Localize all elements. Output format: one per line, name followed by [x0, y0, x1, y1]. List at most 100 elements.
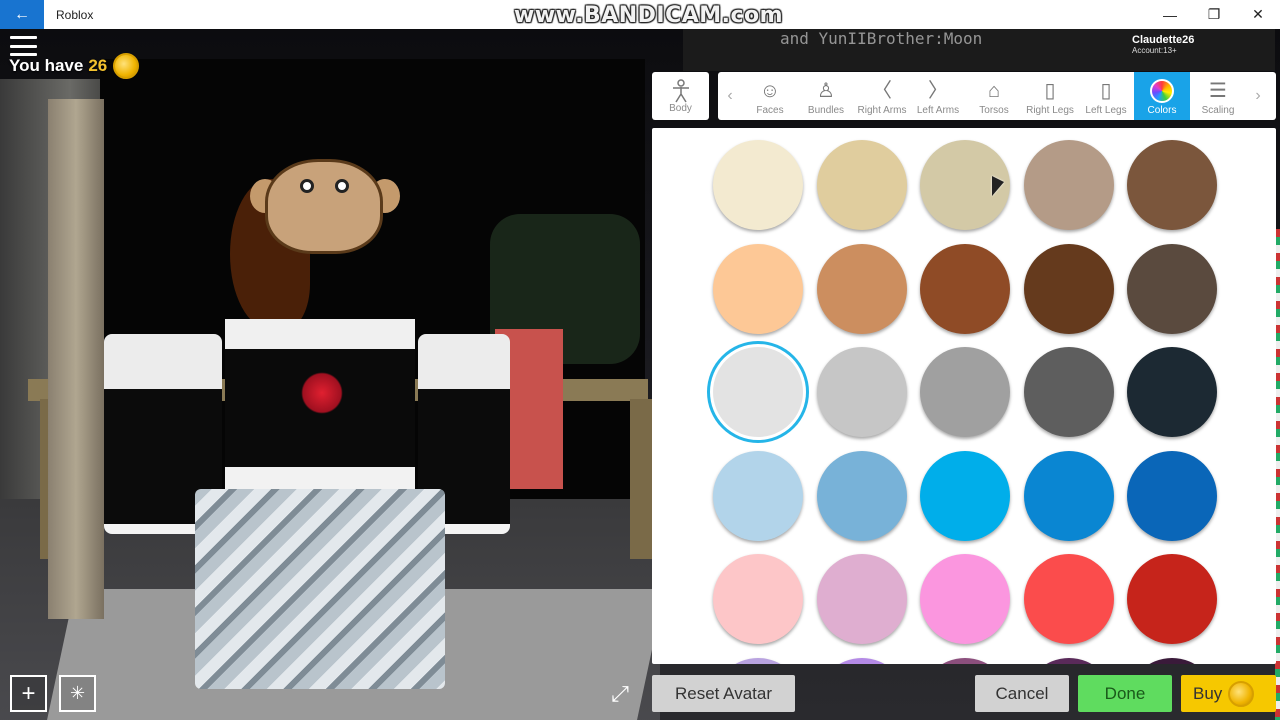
category-label: Right Legs: [1026, 105, 1074, 116]
scene-table-leg: [630, 399, 652, 559]
tab-body[interactable]: Body: [652, 72, 709, 120]
chevron-left-icon: ‹: [727, 87, 733, 104]
category-label: Torsos: [979, 105, 1009, 116]
body-icon: [672, 78, 689, 102]
color-grid: [652, 128, 1276, 664]
recording-watermark: www.BANDICAM.com: [514, 3, 784, 28]
reset-avatar-button[interactable]: Reset Avatar: [652, 675, 795, 712]
category-label: Right Arms: [857, 105, 907, 116]
robux-coin-icon: [1228, 680, 1255, 707]
color-swatch[interactable]: [1127, 243, 1217, 334]
tab-scaling[interactable]: ☰ Scaling: [1190, 72, 1246, 120]
user-info: Claudette26 Account:13+: [1132, 34, 1194, 55]
right-arm-icon: 〈: [872, 80, 892, 102]
minimize-icon: —: [1163, 6, 1177, 23]
expand-icon: ⤢: [611, 681, 629, 706]
color-swatch[interactable]: [713, 554, 803, 644]
color-swatch[interactable]: [1127, 140, 1217, 230]
sliders-icon: ☰: [1209, 80, 1227, 102]
bundle-icon: ♙: [817, 80, 835, 102]
close-button[interactable]: ✕: [1236, 0, 1280, 29]
buy-button[interactable]: Buy: [1181, 675, 1276, 712]
category-label: Faces: [756, 105, 784, 116]
avatar-waistband: [225, 467, 415, 489]
left-arm-icon: 〉: [928, 80, 948, 102]
color-swatch[interactable]: [816, 450, 907, 541]
avatar-model[interactable]: [100, 159, 520, 689]
color-swatch[interactable]: [1023, 450, 1114, 541]
tab-body-label: Body: [669, 102, 692, 114]
back-button[interactable]: ←: [0, 0, 44, 29]
fullscreen-button[interactable]: ⤢: [606, 680, 634, 708]
tab-torsos[interactable]: ⌂ Torsos: [966, 72, 1022, 120]
category-label: Left Arms: [916, 105, 960, 116]
username: Claudette26: [1132, 34, 1195, 46]
balance-amount: 26: [88, 56, 108, 75]
color-swatch[interactable]: [816, 657, 907, 664]
tab-colors[interactable]: Colors: [1134, 72, 1190, 120]
emote-button[interactable]: ✳: [59, 675, 96, 712]
color-swatch[interactable]: [816, 243, 907, 334]
color-swatch[interactable]: [1023, 554, 1114, 644]
color-swatch[interactable]: [1023, 140, 1114, 230]
face-icon: ☺: [759, 80, 781, 102]
tab-right-legs[interactable]: ▯ Right Legs: [1022, 72, 1078, 120]
tab-left-arms[interactable]: 〉 Left Arms: [910, 72, 966, 120]
color-swatch[interactable]: [816, 347, 907, 437]
minimize-button[interactable]: —: [1148, 0, 1192, 29]
plus-icon: +: [21, 679, 36, 707]
add-button[interactable]: +: [10, 675, 47, 712]
window-titlebar: ← Roblox www.BANDICAM.com — ❐ ✕: [0, 0, 1280, 29]
shirt-rose-graphic: [297, 369, 347, 417]
color-swatch[interactable]: [713, 347, 803, 437]
avatar-head: [265, 159, 383, 254]
window-controls: — ❐ ✕: [1148, 0, 1280, 29]
color-swatch[interactable]: [1127, 347, 1217, 437]
close-icon: ✕: [1252, 6, 1264, 22]
scroll-left-button[interactable]: ‹: [718, 72, 742, 120]
color-swatch[interactable]: [1127, 554, 1217, 644]
color-swatch[interactable]: [816, 554, 907, 644]
right-leg-icon: ▯: [1044, 80, 1056, 102]
robux-coin-icon: [113, 53, 140, 79]
color-swatch[interactable]: [816, 140, 907, 230]
category-label: Bundles: [807, 105, 845, 116]
done-button[interactable]: Done: [1078, 675, 1172, 712]
color-swatch[interactable]: [1023, 243, 1114, 334]
color-swatch[interactable]: [920, 450, 1010, 541]
sparkle-icon: ✳: [69, 683, 86, 703]
color-swatch[interactable]: [713, 140, 803, 230]
torso-icon: ⌂: [987, 80, 1001, 102]
avatar-eye: [300, 179, 314, 193]
tab-faces[interactable]: ☺ Faces: [742, 72, 798, 120]
cancel-button[interactable]: Cancel: [975, 675, 1069, 712]
color-swatch[interactable]: [920, 347, 1010, 437]
color-swatch[interactable]: [1023, 347, 1114, 437]
color-swatch[interactable]: [920, 657, 1010, 664]
account-type: Account:13+: [1132, 46, 1177, 55]
color-swatch[interactable]: [1127, 450, 1217, 541]
category-label: Colors: [1147, 105, 1177, 116]
color-swatch[interactable]: [713, 450, 803, 541]
chevron-right-icon: ›: [1255, 87, 1261, 104]
avatar-eye: [335, 179, 349, 193]
restore-icon: ❐: [1207, 6, 1221, 22]
color-swatch[interactable]: [920, 554, 1010, 644]
mouse-cursor-icon: [992, 176, 1004, 196]
scroll-right-button[interactable]: ›: [1246, 72, 1270, 120]
color-swatch[interactable]: [713, 243, 803, 334]
color-swatch[interactable]: [713, 657, 803, 664]
scene-pillar: [48, 99, 104, 619]
color-swatch[interactable]: [1127, 657, 1217, 664]
app-title: Roblox: [56, 7, 94, 22]
back-arrow-icon: ←: [14, 5, 30, 23]
buy-label: Buy: [1193, 683, 1223, 703]
tab-bundles[interactable]: ♙ Bundles: [798, 72, 854, 120]
color-swatch[interactable]: [920, 243, 1010, 334]
color-swatch[interactable]: [1023, 657, 1114, 664]
restore-button[interactable]: ❐: [1192, 0, 1236, 29]
scene-sign: and YunIIBrother:Moon: [780, 29, 983, 48]
tab-left-legs[interactable]: ▯ Left Legs: [1078, 72, 1134, 120]
avatar-legs: [195, 489, 445, 689]
tab-right-arms[interactable]: 〈 Right Arms: [854, 72, 910, 120]
